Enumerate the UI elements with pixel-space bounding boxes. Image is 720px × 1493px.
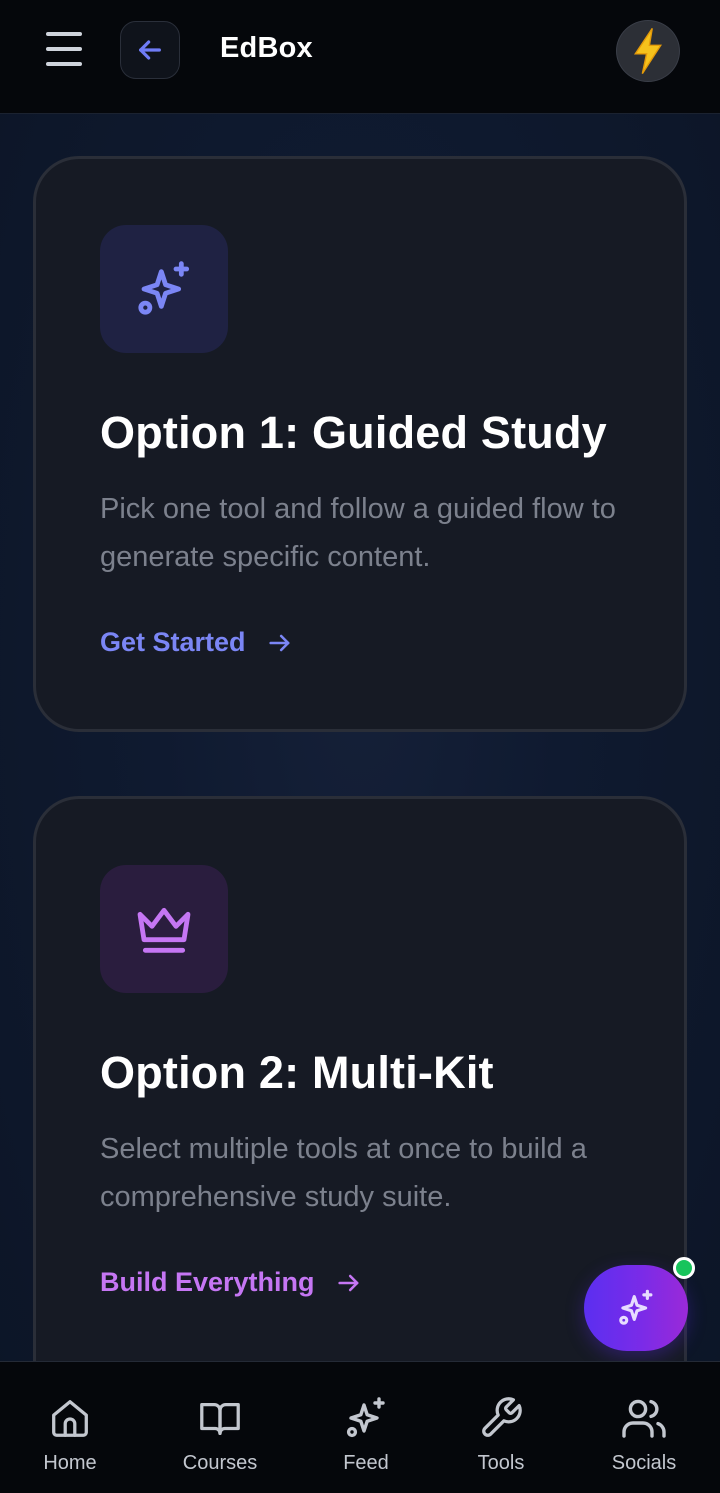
get-started-link[interactable]: Get Started bbox=[100, 627, 294, 658]
arrow-right-icon bbox=[268, 634, 289, 651]
guided-study-card[interactable]: Option 1: Guided Study Pick one tool and… bbox=[33, 156, 687, 732]
crown-icon bbox=[137, 907, 191, 953]
sparkles-icon bbox=[138, 261, 190, 315]
home-icon bbox=[46, 1394, 94, 1442]
online-status-dot bbox=[673, 1257, 695, 1279]
lightning-button[interactable] bbox=[616, 20, 680, 82]
nav-item-tools[interactable]: Tools bbox=[441, 1362, 561, 1493]
nav-label: Courses bbox=[182, 1452, 258, 1474]
nav-label: Tools bbox=[477, 1452, 525, 1474]
card-icon-box bbox=[100, 865, 228, 993]
nav-item-socials[interactable]: Socials bbox=[584, 1362, 704, 1493]
app-root: EdBox Option 1: Guided Study Pick one to… bbox=[0, 0, 720, 1493]
wrench-icon bbox=[477, 1394, 525, 1442]
cta-label: Build Everything bbox=[100, 1267, 315, 1297]
cta-label: Get Started bbox=[100, 627, 246, 657]
back-button[interactable] bbox=[120, 21, 180, 79]
nav-label: Home bbox=[43, 1452, 97, 1474]
ai-assistant-fab[interactable] bbox=[584, 1265, 688, 1351]
nav-item-feed[interactable]: Feed bbox=[306, 1362, 426, 1493]
users-icon bbox=[620, 1394, 668, 1442]
build-everything-link[interactable]: Build Everything bbox=[100, 1267, 363, 1298]
card-description: Select multiple tools at once to build a… bbox=[100, 1133, 587, 1213]
lightning-bolt-icon bbox=[633, 28, 663, 74]
nav-item-courses[interactable]: Courses bbox=[160, 1362, 280, 1493]
app-title: EdBox bbox=[220, 32, 313, 64]
top-bar: EdBox bbox=[0, 0, 720, 114]
nav-item-home[interactable]: Home bbox=[10, 1362, 130, 1493]
card-icon-box bbox=[100, 225, 228, 353]
bottom-navigation: Home Courses Feed Tools Socials bbox=[0, 1361, 720, 1493]
nav-label: Feed bbox=[343, 1452, 389, 1474]
hamburger-menu-icon[interactable] bbox=[44, 32, 84, 68]
sparkles-icon bbox=[619, 1289, 653, 1325]
nav-label: Socials bbox=[611, 1452, 677, 1474]
card-title: Option 2: Multi-Kit bbox=[100, 1047, 494, 1098]
arrow-right-icon bbox=[337, 1274, 358, 1291]
arrow-left-icon bbox=[139, 40, 161, 60]
card-title: Option 1: Guided Study bbox=[100, 407, 607, 458]
card-description: Pick one tool and follow a guided flow t… bbox=[100, 493, 616, 573]
sparkles-icon bbox=[342, 1394, 390, 1442]
book-icon bbox=[196, 1394, 244, 1442]
